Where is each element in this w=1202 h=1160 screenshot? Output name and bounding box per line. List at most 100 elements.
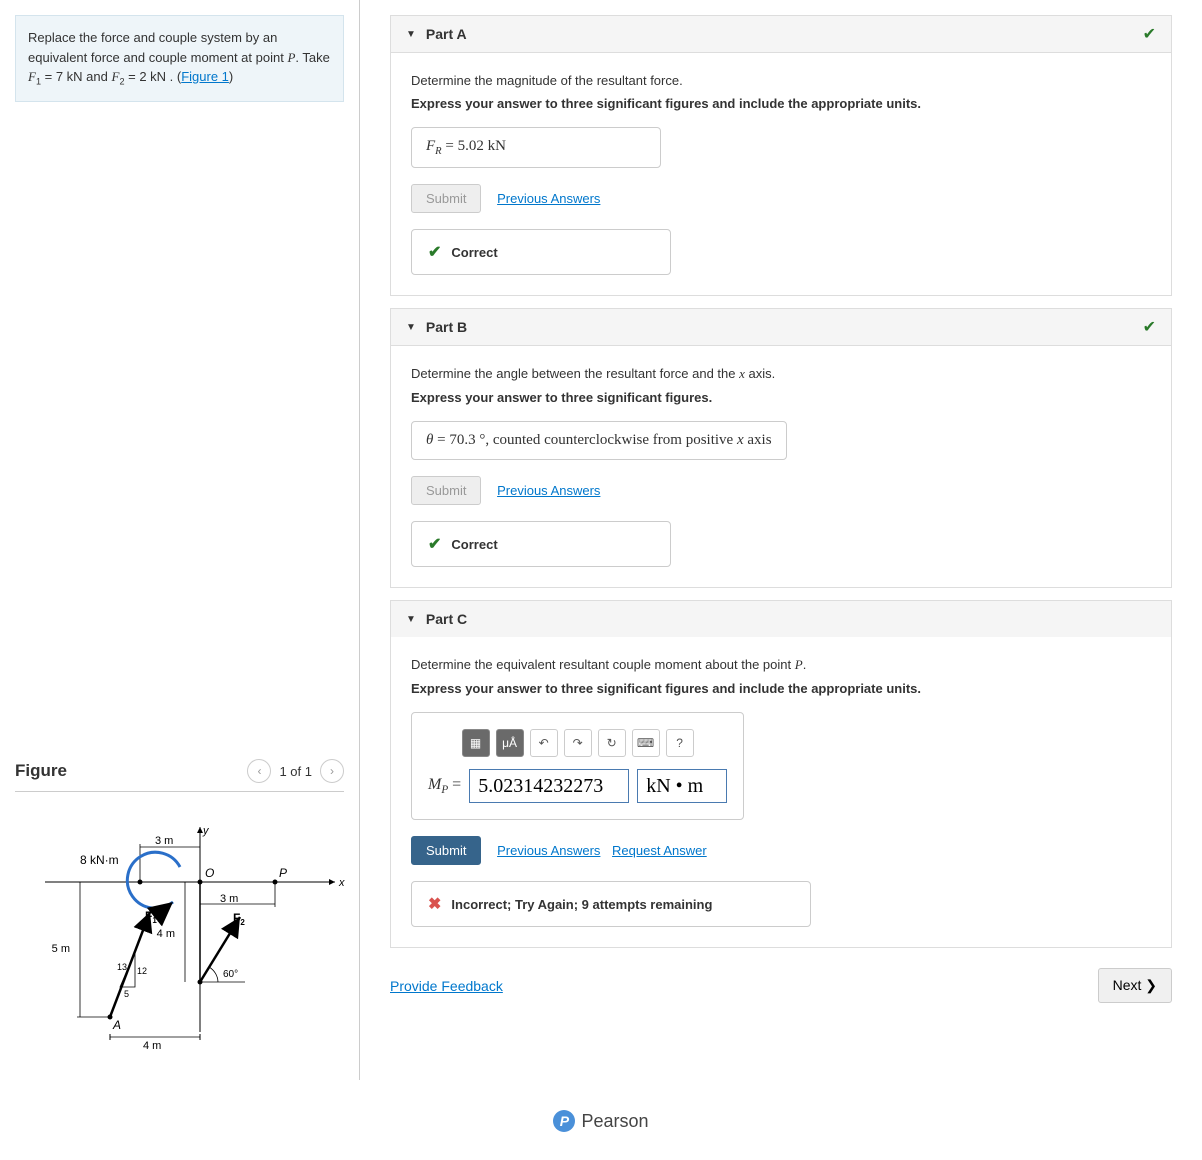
caret-down-icon: ▼ [406, 29, 416, 40]
tri-5: 5 [124, 989, 129, 999]
part-b-body: Determine the angle between the resultan… [391, 346, 1171, 587]
part-c-input-row: MP = [428, 769, 727, 803]
dim-4m-h: 4 m [143, 1040, 161, 1052]
part-b-submit-row: Submit Previous Answers [411, 476, 1151, 505]
figure-section: Figure ‹ 1 of 1 › y x [15, 739, 344, 1065]
correct-text: Correct [451, 537, 497, 552]
part-b-header[interactable]: ▼ Part B ✔ [391, 309, 1171, 346]
part-c-prompt: Determine the equivalent resultant coupl… [411, 657, 1151, 673]
f1-val: = 7 kN [41, 69, 83, 84]
incorrect-text: Incorrect; Try Again; 9 attempts remaini… [451, 897, 712, 912]
check-icon: ✔ [1143, 317, 1156, 337]
part-a-submit-row: Submit Previous Answers [411, 184, 1151, 213]
part-a-header[interactable]: ▼ Part A ✔ [391, 16, 1171, 53]
check-icon: ✔ [428, 242, 441, 262]
part-c-submit-button[interactable]: Submit [411, 836, 481, 865]
pearson-p-icon: P [553, 1110, 575, 1132]
point-p-label: P [279, 866, 287, 880]
x-axis-label: x [338, 877, 345, 889]
figure-link[interactable]: Figure 1 [181, 69, 229, 84]
problem-text: ) [229, 69, 233, 84]
x-icon: ✖ [428, 894, 441, 914]
figure-count: 1 of 1 [279, 764, 312, 779]
unit-input[interactable] [637, 769, 727, 803]
provide-feedback-link[interactable]: Provide Feedback [390, 978, 503, 994]
tri-13: 13 [117, 962, 127, 972]
pearson-logo: P Pearson [553, 1110, 648, 1132]
special-chars-button[interactable]: μÅ [496, 729, 524, 757]
part-b-title: Part B [426, 319, 467, 335]
y-axis-label: y [202, 825, 210, 837]
dim-3m-1: 3 m [155, 835, 173, 847]
figure-diagram: y x O P 3 m 3 m 8 kN·m F1 [15, 812, 344, 1065]
part-c-header[interactable]: ▼ Part C [391, 601, 1171, 637]
part-a-feedback: ✔ Correct [411, 229, 671, 275]
dim-4m-v: 4 m [157, 928, 175, 940]
part-b-section: ▼ Part B ✔ Determine the angle between t… [390, 308, 1172, 588]
part-c-body: Determine the equivalent resultant coupl… [391, 637, 1171, 947]
part-c-submit-row: Submit Previous Answers Request Answer [411, 836, 1151, 865]
reset-button[interactable]: ↻ [598, 729, 626, 757]
part-c-feedback: ✖ Incorrect; Try Again; 9 attempts remai… [411, 881, 811, 927]
part-b-prompt: Determine the angle between the resultan… [411, 366, 1151, 382]
value-input[interactable] [469, 769, 629, 803]
point-a-label: A [112, 1018, 121, 1032]
caret-down-icon: ▼ [406, 322, 416, 333]
problem-text: . Take [295, 50, 329, 65]
figure-title: Figure [15, 761, 67, 781]
tri-12: 12 [137, 966, 147, 976]
part-b-feedback: ✔ Correct [411, 521, 671, 567]
part-a-body: Determine the magnitude of the resultant… [391, 53, 1171, 295]
part-a-title: Part A [426, 26, 467, 42]
undo-button[interactable]: ↶ [530, 729, 558, 757]
correct-text: Correct [451, 245, 497, 260]
dim-3m-2: 3 m [220, 893, 238, 905]
problem-text: . ( [166, 69, 181, 84]
f1-var: F [28, 69, 36, 84]
part-c-input-panel: ▦ μÅ ↶ ↷ ↻ ⌨ ? MP = [411, 712, 744, 820]
force-f2-label: F2 [233, 911, 245, 927]
help-button[interactable]: ? [666, 729, 694, 757]
problem-text: Replace the force and couple system by a… [28, 30, 287, 65]
part-b-answer: θ = 70.3 °, counted counterclockwise fro… [411, 421, 787, 460]
force-f1-label: F1 [145, 909, 157, 925]
part-a-section: ▼ Part A ✔ Determine the magnitude of th… [390, 15, 1172, 296]
part-a-submit-button[interactable]: Submit [411, 184, 481, 213]
figure-prev-button[interactable]: ‹ [247, 759, 271, 783]
problem-statement: Replace the force and couple system by a… [15, 15, 344, 102]
angle-label: 60° [223, 969, 238, 980]
origin-label: O [205, 866, 214, 880]
part-a-instruction: Express your answer to three significant… [411, 96, 1151, 111]
template-button[interactable]: ▦ [462, 729, 490, 757]
part-c-title: Part C [426, 611, 467, 627]
caret-down-icon: ▼ [406, 614, 416, 625]
f2-val: = 2 kN [125, 69, 167, 84]
figure-nav: ‹ 1 of 1 › [247, 759, 344, 783]
part-a-answer: FR = 5.02 kN [411, 127, 661, 168]
part-c-request-answer-link[interactable]: Request Answer [612, 843, 707, 858]
part-b-prev-answers-link[interactable]: Previous Answers [497, 483, 600, 498]
footer: P Pearson [0, 1080, 1202, 1152]
part-b-submit-button[interactable]: Submit [411, 476, 481, 505]
part-c-prev-answers-link[interactable]: Previous Answers [497, 843, 600, 858]
right-panel: ▼ Part A ✔ Determine the magnitude of th… [360, 0, 1202, 1080]
part-c-instruction: Express your answer to three significant… [411, 681, 1151, 696]
figure-header: Figure ‹ 1 of 1 › [15, 759, 344, 792]
part-c-section: ▼ Part C Determine the equivalent result… [390, 600, 1172, 948]
figure-next-button[interactable]: › [320, 759, 344, 783]
pearson-text: Pearson [581, 1111, 648, 1132]
redo-button[interactable]: ↷ [564, 729, 592, 757]
problem-text: and [83, 69, 112, 84]
part-b-instruction: Express your answer to three significant… [411, 390, 1151, 405]
part-a-prev-answers-link[interactable]: Previous Answers [497, 191, 600, 206]
bottom-row: Provide Feedback Next ❯ [390, 968, 1172, 1003]
dim-5m: 5 m [52, 943, 70, 955]
input-toolbar: ▦ μÅ ↶ ↷ ↻ ⌨ ? [428, 729, 727, 757]
left-panel: Replace the force and couple system by a… [0, 0, 360, 1080]
moment-label: 8 kN·m [80, 853, 119, 867]
next-button[interactable]: Next ❯ [1098, 968, 1172, 1003]
check-icon: ✔ [428, 534, 441, 554]
keyboard-button[interactable]: ⌨ [632, 729, 660, 757]
part-a-prompt: Determine the magnitude of the resultant… [411, 73, 1151, 88]
mp-label: MP = [428, 776, 461, 796]
